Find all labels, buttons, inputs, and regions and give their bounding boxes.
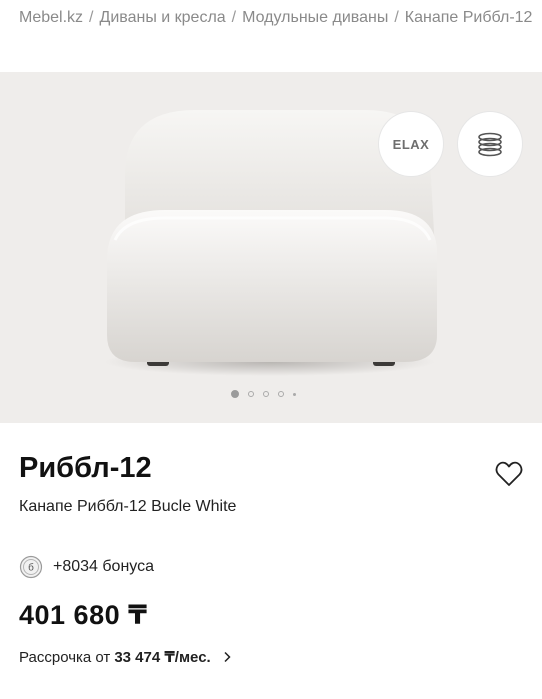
layers-icon	[478, 132, 502, 157]
chevron-right-icon	[224, 651, 231, 663]
bonus-coin-letter: б	[28, 562, 34, 574]
breadcrumb-item-home[interactable]: Mebel.kz	[19, 9, 83, 27]
breadcrumb-separator: /	[231, 9, 237, 26]
breadcrumb-separator: /	[394, 9, 399, 26]
breadcrumb-item-current: Канапе Риббл-12	[404, 9, 533, 26]
installment-link[interactable]: Рассрочка от 33 474 ₸/мес.	[19, 648, 231, 666]
breadcrumb-separator: /	[89, 9, 94, 26]
bonus-coin-icon: б	[19, 555, 43, 579]
layers-button[interactable]	[458, 112, 522, 176]
brand-button[interactable]: ELAX	[379, 112, 443, 176]
product-price: 401 680 ₸	[19, 600, 148, 630]
gallery-pagination	[231, 390, 296, 398]
product-gallery[interactable]: ELAX	[0, 72, 542, 423]
bonus-text: +8034 бонуса	[53, 558, 154, 575]
breadcrumb-item-modular[interactable]: Модульные диваны	[242, 9, 388, 27]
bonus-row: б +8034 бонуса	[19, 555, 154, 579]
pagination-dot[interactable]	[263, 391, 269, 397]
installment-amount: 33 474 ₸/мес.	[114, 649, 211, 666]
breadcrumb-item-sofas[interactable]: Диваны и кресла	[99, 9, 225, 27]
brand-label: ELAX	[392, 136, 430, 152]
pagination-dot[interactable]	[278, 391, 284, 397]
heart-icon[interactable]	[494, 459, 524, 489]
pagination-dot[interactable]	[248, 391, 254, 397]
installment-prefix: Рассрочка от	[19, 648, 111, 666]
product-subtitle: Канапе Риббл-12 Bucle White	[19, 498, 237, 515]
product-title: Риббл-12	[19, 452, 152, 484]
pagination-dot[interactable]	[293, 392, 296, 396]
pagination-dot-active[interactable]	[231, 390, 239, 398]
breadcrumb: Mebel.kz / Диваны и кресла / Модульные д…	[19, 6, 532, 30]
